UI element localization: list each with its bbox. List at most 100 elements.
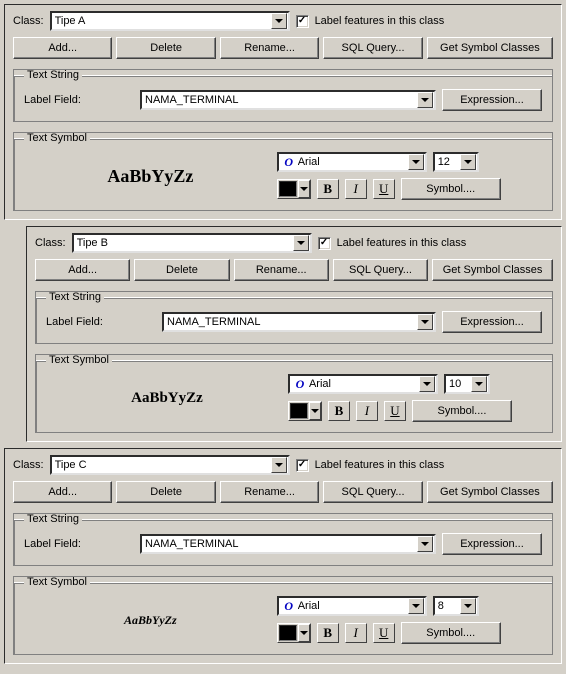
delete-button[interactable]: Delete — [116, 37, 215, 59]
italic-button[interactable]: I — [356, 401, 378, 421]
label-class-panel: Class: Tipe C Label features in this cla… — [4, 448, 562, 664]
sample-text: AaBbYyZz — [131, 390, 203, 407]
get-symbol-classes-button[interactable]: Get Symbol Classes — [427, 481, 553, 503]
label-features-label: Label features in this class — [315, 459, 445, 471]
add-button[interactable]: Add... — [13, 37, 112, 59]
text-string-group: Text String Label Field: NAMA_TERMINAL E… — [13, 69, 553, 122]
chevron-down-icon — [460, 598, 476, 614]
class-row: Class: Tipe C Label features in this cla… — [13, 455, 553, 475]
font-family-dropdown[interactable]: O Arial — [277, 152, 427, 172]
label-field-dropdown[interactable]: NAMA_TERMINAL — [140, 90, 436, 110]
expression-button[interactable]: Expression... — [442, 89, 542, 111]
chevron-down-icon — [417, 536, 433, 552]
truetype-icon: O — [282, 155, 296, 169]
underline-button[interactable]: U — [373, 179, 395, 199]
label-field-dropdown[interactable]: NAMA_TERMINAL — [162, 312, 436, 332]
class-label: Class: — [13, 459, 44, 471]
italic-button[interactable]: I — [345, 623, 367, 643]
sql-query-button[interactable]: SQL Query... — [323, 37, 422, 59]
label-field-label: Label Field: — [24, 94, 134, 106]
label-field-label: Label Field: — [24, 538, 134, 550]
label-features-checkbox[interactable] — [296, 15, 309, 28]
chevron-down-icon — [471, 376, 487, 392]
symbol-button[interactable]: Symbol.... — [401, 622, 501, 644]
add-button[interactable]: Add... — [13, 481, 112, 503]
bold-button[interactable]: B — [328, 401, 350, 421]
underline-button[interactable]: U — [373, 623, 395, 643]
chevron-down-icon — [408, 154, 424, 170]
font-family-dropdown[interactable]: O Arial — [288, 374, 438, 394]
label-field-dropdown[interactable]: NAMA_TERMINAL — [140, 534, 436, 554]
expression-button[interactable]: Expression... — [442, 533, 542, 555]
sql-query-button[interactable]: SQL Query... — [333, 259, 428, 281]
text-symbol-group: Text Symbol AaBbYyZz O Arial 12 — [13, 132, 553, 211]
class-dropdown[interactable]: Tipe B — [72, 233, 312, 253]
font-family-text: Arial — [298, 156, 408, 168]
delete-button[interactable]: Delete — [116, 481, 215, 503]
add-button[interactable]: Add... — [35, 259, 130, 281]
chevron-down-icon — [298, 624, 310, 642]
class-dropdown[interactable]: Tipe C — [50, 455, 290, 475]
sample-text: AaBbYyZz — [124, 613, 177, 628]
chevron-down-icon — [417, 92, 433, 108]
font-family-dropdown[interactable]: O Arial — [277, 596, 427, 616]
text-symbol-legend: Text Symbol — [24, 132, 90, 144]
label-class-panel: Class: Tipe B Label features in this cla… — [26, 226, 562, 442]
chevron-down-icon — [298, 180, 310, 198]
symbol-button[interactable]: Symbol.... — [412, 400, 512, 422]
label-field-text: NAMA_TERMINAL — [145, 538, 417, 550]
class-label: Class: — [35, 237, 66, 249]
text-string-legend: Text String — [24, 513, 82, 525]
text-symbol-legend: Text Symbol — [24, 576, 90, 588]
get-symbol-classes-button[interactable]: Get Symbol Classes — [427, 37, 553, 59]
action-button-row: Add... Delete Rename... SQL Query... Get… — [13, 481, 553, 503]
delete-button[interactable]: Delete — [134, 259, 229, 281]
expression-button[interactable]: Expression... — [442, 311, 542, 333]
label-class-panel: Class: Tipe A Label features in this cla… — [4, 4, 562, 220]
font-size-dropdown[interactable]: 10 — [444, 374, 490, 394]
font-size-dropdown[interactable]: 12 — [433, 152, 479, 172]
class-row: Class: Tipe A Label features in this cla… — [13, 11, 553, 31]
rename-button[interactable]: Rename... — [220, 37, 319, 59]
action-button-row: Add... Delete Rename... SQL Query... Get… — [13, 37, 553, 59]
class-dropdown[interactable]: Tipe A — [50, 11, 290, 31]
label-field-text: NAMA_TERMINAL — [145, 94, 417, 106]
rename-button[interactable]: Rename... — [234, 259, 329, 281]
font-size-dropdown[interactable]: 8 — [433, 596, 479, 616]
font-color-dropdown[interactable] — [277, 623, 311, 643]
sample-text: AaBbYyZz — [107, 166, 193, 187]
chevron-down-icon — [293, 235, 309, 251]
font-size-text: 10 — [449, 378, 471, 390]
class-dropdown-text: Tipe A — [55, 15, 271, 27]
font-color-dropdown[interactable] — [277, 179, 311, 199]
label-features-label: Label features in this class — [337, 237, 467, 249]
rename-button[interactable]: Rename... — [220, 481, 319, 503]
font-size-text: 12 — [438, 156, 460, 168]
label-features-label: Label features in this class — [315, 15, 445, 27]
chevron-down-icon — [271, 13, 287, 29]
bold-button[interactable]: B — [317, 179, 339, 199]
bold-button[interactable]: B — [317, 623, 339, 643]
label-field-label: Label Field: — [46, 316, 156, 328]
text-string-legend: Text String — [24, 69, 82, 81]
class-dropdown-text: Tipe B — [77, 237, 293, 249]
chevron-down-icon — [309, 402, 321, 420]
sql-query-button[interactable]: SQL Query... — [323, 481, 422, 503]
text-symbol-legend: Text Symbol — [46, 354, 112, 366]
text-string-group: Text String Label Field: NAMA_TERMINAL E… — [13, 513, 553, 566]
chevron-down-icon — [408, 598, 424, 614]
chevron-down-icon — [460, 154, 476, 170]
chevron-down-icon — [417, 314, 433, 330]
text-string-legend: Text String — [46, 291, 104, 303]
label-features-checkbox[interactable] — [318, 237, 331, 250]
font-color-dropdown[interactable] — [288, 401, 322, 421]
italic-button[interactable]: I — [345, 179, 367, 199]
font-family-text: Arial — [298, 600, 408, 612]
underline-button[interactable]: U — [384, 401, 406, 421]
text-symbol-group: Text Symbol AaBbYyZz O Arial 8 — [13, 576, 553, 655]
get-symbol-classes-button[interactable]: Get Symbol Classes — [432, 259, 553, 281]
color-swatch-icon — [279, 181, 297, 197]
symbol-button[interactable]: Symbol.... — [401, 178, 501, 200]
label-features-checkbox[interactable] — [296, 459, 309, 472]
truetype-icon: O — [293, 377, 307, 391]
